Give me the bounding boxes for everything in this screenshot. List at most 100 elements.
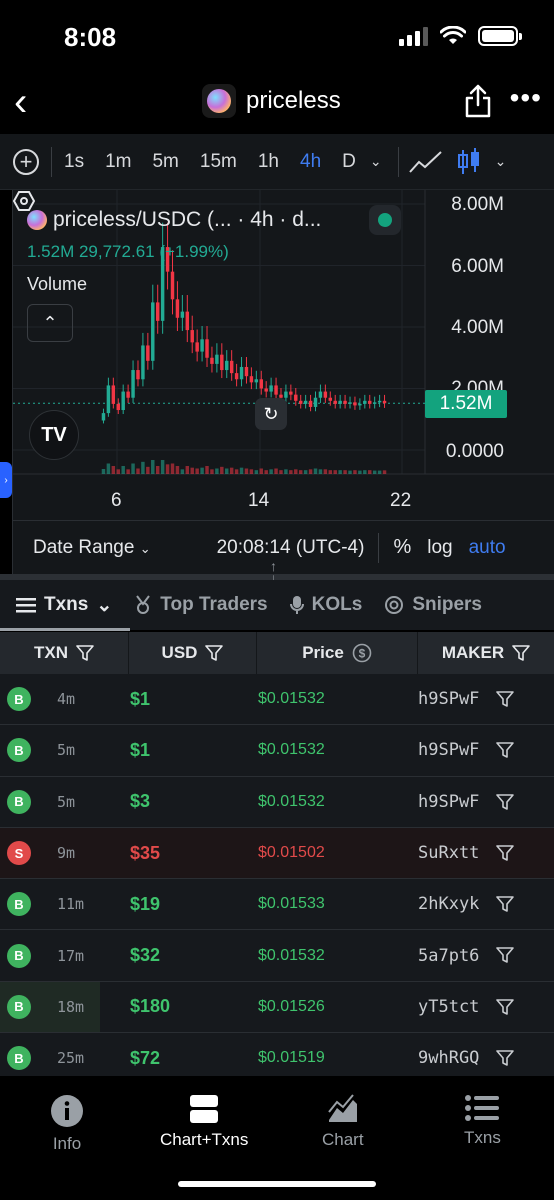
txn-age: 5m <box>57 792 76 811</box>
x-tick-label: 14 <box>248 490 270 511</box>
txn-maker[interactable]: 2hKxyk <box>418 894 479 914</box>
column-usd[interactable]: USD <box>129 632 257 674</box>
column-txn[interactable]: TXN <box>0 632 129 674</box>
filter-icon[interactable] <box>76 644 94 662</box>
back-chevron-icon[interactable]: ‹ <box>14 82 27 122</box>
candlestick-chart <box>13 190 554 475</box>
timeframe-d[interactable]: D <box>342 151 356 173</box>
price-chart[interactable]: priceless/USDC (... · 4h · d... 1.52M 29… <box>12 190 554 520</box>
tab-kols[interactable]: KOLs <box>289 594 362 616</box>
txn-maker[interactable]: h9SPwF <box>418 740 479 760</box>
timeframe-dropdown-icon[interactable]: ⌄ <box>370 153 382 170</box>
status-bar: 8:08 <box>0 0 554 76</box>
reset-chart-icon[interactable]: ↻ <box>255 398 287 430</box>
filter-icon[interactable] <box>496 946 514 964</box>
nav-chart[interactable]: Chart <box>322 1094 364 1150</box>
candle-body <box>244 366 249 377</box>
candle-body <box>249 376 254 383</box>
table-row[interactable]: S 9m $35 $0.01502 SuRxtt <box>0 827 554 880</box>
filter-icon[interactable] <box>496 844 514 862</box>
table-row[interactable]: B 5m $3 $0.01532 h9SPwF <box>0 776 554 828</box>
table-row[interactable]: B 11m $19 $0.01533 2hKxyk <box>0 879 554 931</box>
timeframe-1h[interactable]: 1h <box>258 151 279 173</box>
tab-txns[interactable]: Txns ⌄ <box>16 594 112 617</box>
filter-icon[interactable] <box>496 793 514 811</box>
candle-body <box>358 403 362 406</box>
txn-maker[interactable]: h9SPwF <box>418 689 479 709</box>
candle-body <box>215 354 219 364</box>
volume-bar <box>348 470 352 474</box>
volume-bar <box>200 467 204 474</box>
expand-sidebar-tab[interactable]: › <box>0 462 12 498</box>
column-usd-label: USD <box>161 643 198 662</box>
table-row[interactable]: B 17m $32 $0.01532 5a7pt6 <box>0 930 554 982</box>
candle-body <box>372 402 377 404</box>
auto-scale-toggle[interactable]: auto <box>469 537 506 559</box>
filter-icon[interactable] <box>496 741 514 759</box>
txn-price: $0.01532 <box>258 946 325 964</box>
timeframe-1m[interactable]: 1m <box>105 151 131 173</box>
timeframe-5m[interactable]: 5m <box>152 151 178 173</box>
candle-body <box>225 360 229 371</box>
volume-bar <box>338 470 342 474</box>
table-row[interactable]: B 18m $180 $0.01526 yT5tct <box>0 981 554 1034</box>
dollar-circle-icon[interactable]: $ <box>352 643 372 663</box>
column-price[interactable]: Price $ <box>257 632 418 674</box>
txn-age: 4m <box>57 690 76 709</box>
candle-body <box>239 366 244 380</box>
filter-icon[interactable] <box>496 895 514 913</box>
volume-bar <box>328 470 333 474</box>
filter-icon[interactable] <box>496 998 514 1016</box>
tab-snipers[interactable]: Snipers <box>384 594 482 616</box>
filter-icon[interactable] <box>496 690 514 708</box>
candlestick-icon[interactable] <box>457 147 481 176</box>
filter-icon[interactable] <box>205 644 224 662</box>
volume-bar <box>289 470 293 474</box>
more-options-icon[interactable]: ••• <box>510 82 542 114</box>
volume-bar <box>249 469 254 474</box>
chart-settings-icon[interactable] <box>13 190 35 212</box>
tab-top-traders[interactable]: Top Traders <box>134 594 268 616</box>
nav-txns[interactable]: Txns <box>464 1094 501 1148</box>
volume-bar <box>303 470 308 474</box>
timeframe-1s[interactable]: 1s <box>64 151 84 173</box>
timeframe-15m[interactable]: 15m <box>200 151 237 173</box>
txn-maker[interactable]: SuRxtt <box>418 843 479 863</box>
medal-icon <box>136 595 151 614</box>
candle-body <box>348 402 352 404</box>
txn-type-badge: B <box>7 789 31 814</box>
date-range-button[interactable]: Date Range ⌄ <box>33 537 151 559</box>
tradingview-logo[interactable]: TV <box>29 410 79 460</box>
volume-bar <box>170 463 175 474</box>
txn-maker[interactable]: 5a7pt6 <box>418 946 479 966</box>
column-maker[interactable]: MAKER <box>418 632 554 674</box>
market-status-indicator[interactable] <box>369 205 401 235</box>
chart-type-dropdown-icon[interactable]: ⌄ <box>495 153 507 170</box>
candle-body <box>220 354 224 371</box>
candle-body <box>343 400 347 404</box>
filter-icon[interactable] <box>512 644 530 662</box>
percent-scale-toggle[interactable]: % <box>393 536 411 559</box>
candle-body <box>368 400 372 404</box>
txn-maker[interactable]: yT5tct <box>418 997 479 1017</box>
add-indicator-icon[interactable]: + <box>13 148 39 175</box>
share-icon[interactable] <box>464 84 492 118</box>
nav-info[interactable]: Info <box>50 1094 84 1154</box>
candle-body <box>106 385 111 414</box>
page-title: priceless <box>246 87 341 114</box>
table-row[interactable]: B 4m $1 $0.01532 h9SPwF <box>0 674 554 726</box>
nav-chart-txns[interactable]: Chart+Txns <box>160 1094 248 1150</box>
collapse-legend-button[interactable]: ⌃ <box>27 304 73 342</box>
candle-body <box>254 379 259 383</box>
txn-maker[interactable]: 9whRGQ <box>418 1048 479 1068</box>
home-indicator[interactable] <box>178 1181 376 1187</box>
log-scale-toggle[interactable]: log <box>427 537 452 559</box>
table-row[interactable]: B 5m $1 $0.01532 h9SPwF <box>0 725 554 777</box>
txn-usd: $3 <box>130 791 151 812</box>
volume-bar <box>146 466 150 474</box>
line-chart-icon[interactable] <box>408 150 443 174</box>
txn-maker[interactable]: h9SPwF <box>418 792 479 812</box>
filter-icon[interactable] <box>496 1049 514 1067</box>
chart-clock: 20:08:14 (UTC-4) <box>216 536 365 558</box>
timeframe-4h[interactable]: 4h <box>300 151 321 173</box>
